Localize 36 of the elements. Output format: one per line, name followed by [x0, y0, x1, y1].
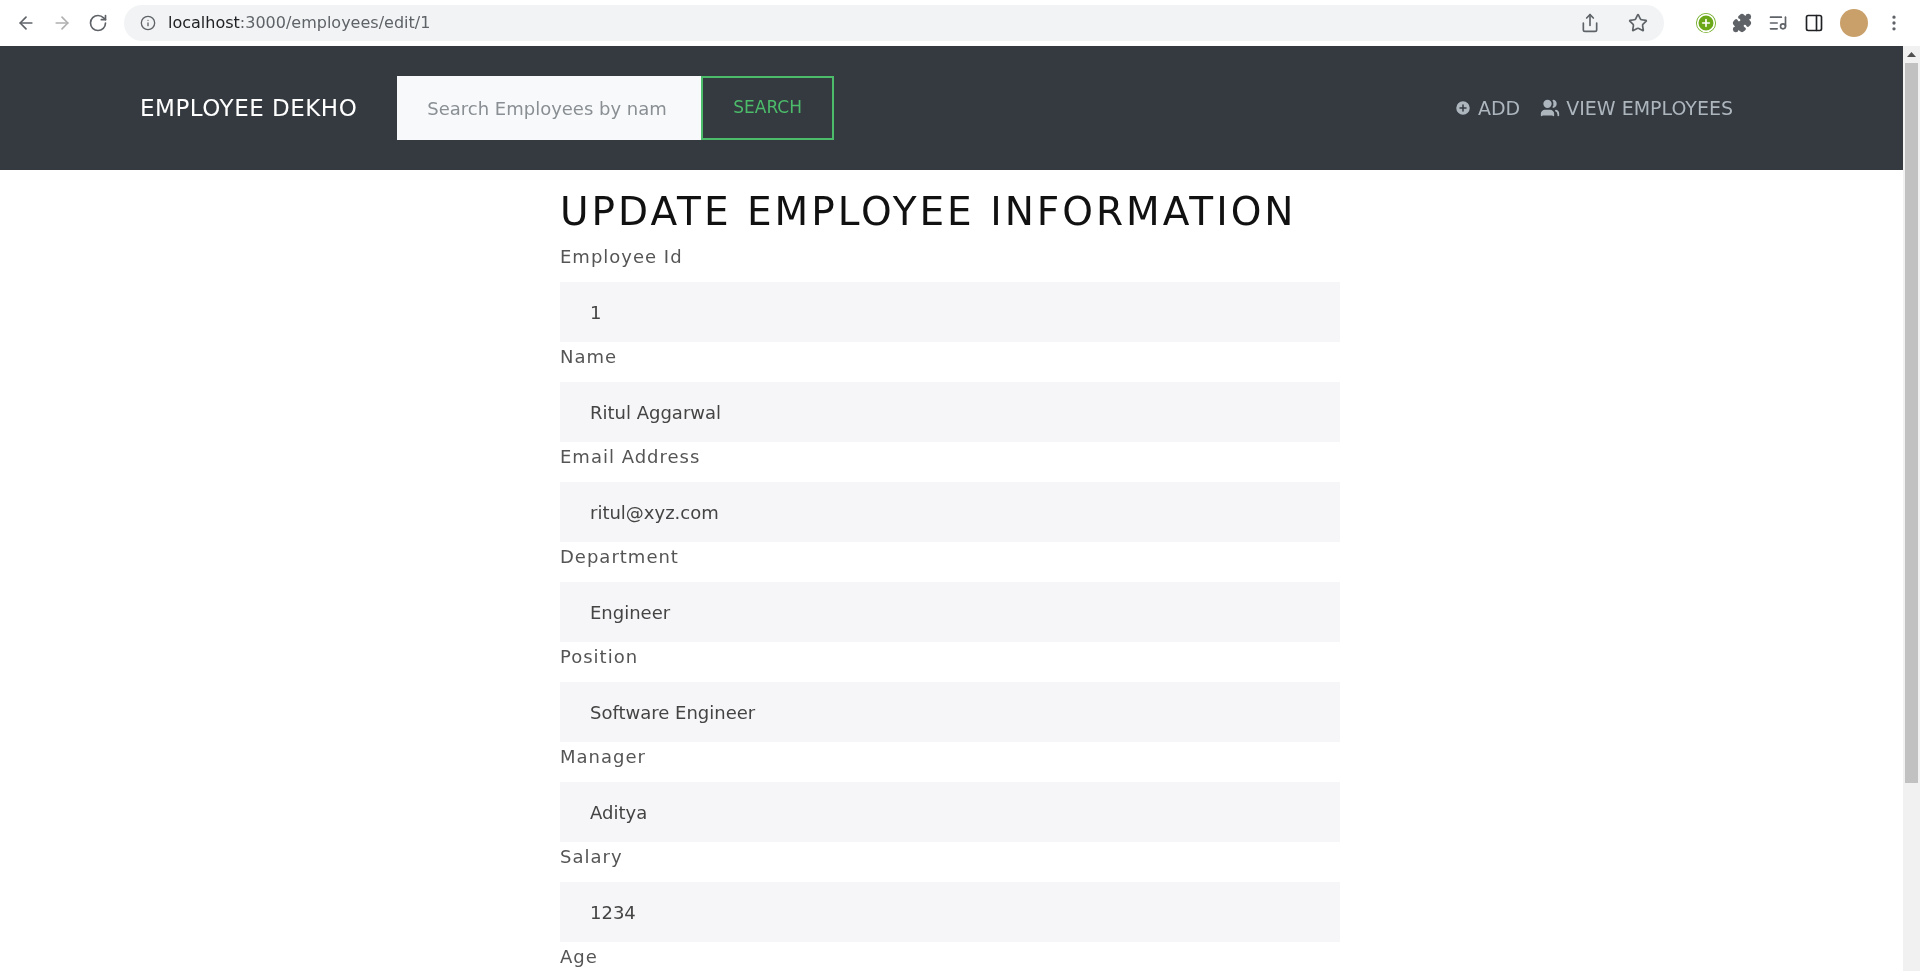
search-field[interactable]: Search Employees by nam: [397, 76, 702, 140]
field-label: Department: [560, 545, 680, 569]
nav-link[interactable]: ADD: [1453, 93, 1521, 123]
nav-link[interactable]: VIEW EMPLOYEES: [1540, 93, 1733, 123]
address-bar[interactable]: localhost:3000/employees/edit/1: [124, 5, 1664, 41]
scrollbar[interactable]: [1903, 46, 1920, 971]
playlist-icon[interactable]: [1768, 13, 1788, 33]
input-field[interactable]: Ritul Aggarwal: [560, 382, 1340, 442]
plus-circle-icon: [1453, 99, 1472, 117]
sidebar-icon[interactable]: [1804, 13, 1824, 33]
input-field[interactable]: Aditya: [560, 782, 1340, 842]
field-label: Position: [560, 645, 640, 669]
field-label: Email Address: [560, 445, 702, 469]
scroll-up-icon[interactable]: [1907, 52, 1916, 57]
info-icon: [140, 15, 156, 31]
input-field[interactable]: Software Engineer: [560, 682, 1340, 742]
input-field[interactable]: Engineer: [560, 582, 1340, 642]
field-label: Employee Id: [560, 245, 684, 269]
search-button[interactable]: SEARCH: [701, 76, 834, 140]
people-icon: [1540, 98, 1561, 118]
star-icon[interactable]: [1628, 13, 1648, 33]
extension-plus-icon[interactable]: [1696, 13, 1716, 33]
field-label: Name: [560, 345, 619, 369]
reload-icon[interactable]: [88, 13, 108, 33]
puzzle-icon[interactable]: [1732, 13, 1752, 33]
input-field[interactable]: ritul@xyz.com: [560, 482, 1340, 542]
input-field[interactable]: 1234: [560, 882, 1340, 942]
input-field[interactable]: 1: [560, 282, 1340, 342]
field-label: Salary: [560, 845, 624, 869]
field-label: Manager: [560, 745, 647, 769]
field-label: Age: [560, 945, 599, 969]
url-text: localhost:3000/employees/edit/1: [168, 12, 432, 34]
share-icon[interactable]: [1580, 13, 1600, 33]
page-title: UPDATE EMPLOYEE INFORMATION: [560, 188, 1298, 236]
brand-link[interactable]: EMPLOYEE DEKHO: [140, 90, 358, 126]
scroll-thumb[interactable]: [1905, 63, 1918, 783]
